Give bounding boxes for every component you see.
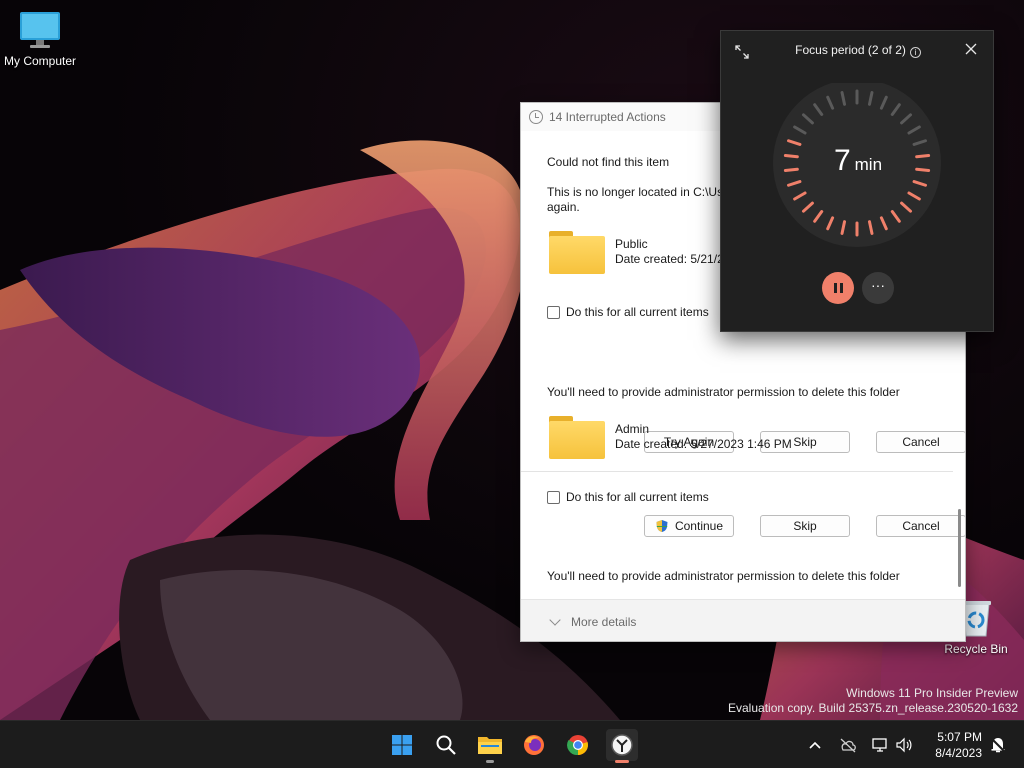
more-details-toggle[interactable]: More details — [521, 599, 965, 641]
volume-icon — [896, 737, 912, 753]
chrome-button[interactable] — [562, 729, 594, 761]
checkbox-label: Do this for all current items — [566, 305, 709, 319]
show-hidden-icons-button[interactable] — [805, 735, 825, 755]
apply-all-checkbox[interactable] — [547, 490, 560, 504]
start-button[interactable] — [386, 729, 418, 761]
volume-tray[interactable] — [894, 735, 914, 755]
desktop-icon-label: My Computer — [3, 54, 77, 68]
apply-all-checkbox[interactable] — [547, 305, 560, 319]
file-explorer-icon — [478, 737, 502, 754]
network-icon — [872, 738, 887, 752]
skip-button[interactable]: Skip — [760, 515, 850, 537]
more-options-button[interactable]: ··· — [862, 272, 894, 304]
clock-app-button[interactable] — [606, 729, 638, 763]
folder-item[interactable]: Admin Date created: 5/27/2023 1:46 PM — [547, 414, 951, 460]
section-heading: You'll need to provide administrator per… — [547, 569, 900, 583]
folder-date: Date created: 5/21/2 — [615, 252, 724, 266]
active-indicator — [615, 760, 629, 763]
chrome-icon — [567, 735, 588, 756]
file-explorer-button[interactable] — [474, 729, 506, 763]
focus-title-row: Focus period (2 of 2) i — [721, 43, 995, 58]
apply-all-checkbox-row[interactable]: Do this for all current items — [547, 490, 951, 504]
conflict-section-next: You'll need to provide administrator per… — [547, 569, 951, 599]
taskbar: 5:07 PM 8/4/2023 — [0, 720, 1024, 768]
checkbox-label: Do this for all current items — [566, 490, 709, 504]
uac-shield-icon — [656, 520, 668, 532]
notifications-button[interactable] — [988, 735, 1008, 755]
close-icon[interactable] — [963, 41, 979, 57]
clock-date: 8/4/2023 — [935, 746, 982, 760]
desktop-icon-label: Recycle Bin — [944, 642, 1008, 656]
section-2-buttons: Continue Skip Cancel — [644, 515, 965, 537]
dialog-scrollbar[interactable] — [958, 509, 961, 587]
clock-icon — [529, 110, 543, 124]
folder-icon — [547, 414, 605, 460]
firefox-button[interactable] — [518, 729, 550, 761]
network-tray[interactable] — [870, 735, 890, 755]
folder-date: Date created: 5/27/2023 1:46 PM — [615, 437, 792, 451]
running-indicator — [486, 760, 494, 763]
conflict-section-admin: You'll need to provide administrator per… — [547, 385, 951, 504]
windows-watermark: Windows 11 Pro Insider Preview Evaluatio… — [728, 686, 1018, 716]
chevron-up-icon — [809, 741, 821, 749]
section-heading: You'll need to provide administrator per… — [547, 385, 900, 399]
folder-name: Admin — [615, 422, 650, 436]
taskbar-clock[interactable]: 5:07 PM 8/4/2023 — [922, 729, 982, 761]
onedrive-tray[interactable] — [838, 735, 858, 755]
desktop-icon-my-computer[interactable]: My Computer — [0, 10, 80, 68]
timer-readout: 7 min — [721, 144, 995, 178]
pause-button[interactable] — [822, 272, 854, 304]
more-details-label: More details — [571, 614, 637, 629]
focus-session-widget: Focus period (2 of 2) i 7 min ··· — [720, 30, 994, 332]
monitor-icon — [20, 12, 60, 48]
info-icon[interactable]: i — [909, 47, 921, 58]
chevron-down-icon — [549, 613, 561, 626]
start-icon — [392, 735, 412, 755]
dialog-title: 14 Interrupted Actions — [549, 110, 666, 124]
continue-label: Continue — [674, 519, 724, 533]
folder-name: Public — [615, 237, 648, 251]
continue-button[interactable]: Continue — [644, 515, 734, 537]
focus-period-title: Focus period (2 of 2) — [795, 43, 906, 57]
clock-time: 5:07 PM — [937, 730, 982, 744]
cancel-button[interactable]: Cancel — [876, 515, 965, 537]
folder-icon — [547, 229, 605, 275]
search-icon — [436, 735, 456, 755]
firefox-icon — [524, 735, 544, 755]
clock-app-icon — [611, 734, 633, 756]
notification-bell-icon — [991, 738, 1005, 753]
watermark-edition: Windows 11 Pro Insider Preview — [846, 686, 1018, 700]
cloud-offline-icon — [840, 738, 856, 753]
timer-value: 7 — [833, 144, 851, 177]
timer-unit: min — [854, 155, 883, 174]
watermark-build: Evaluation copy. Build 25375.zn_release.… — [728, 701, 1018, 715]
search-button[interactable] — [430, 729, 462, 761]
